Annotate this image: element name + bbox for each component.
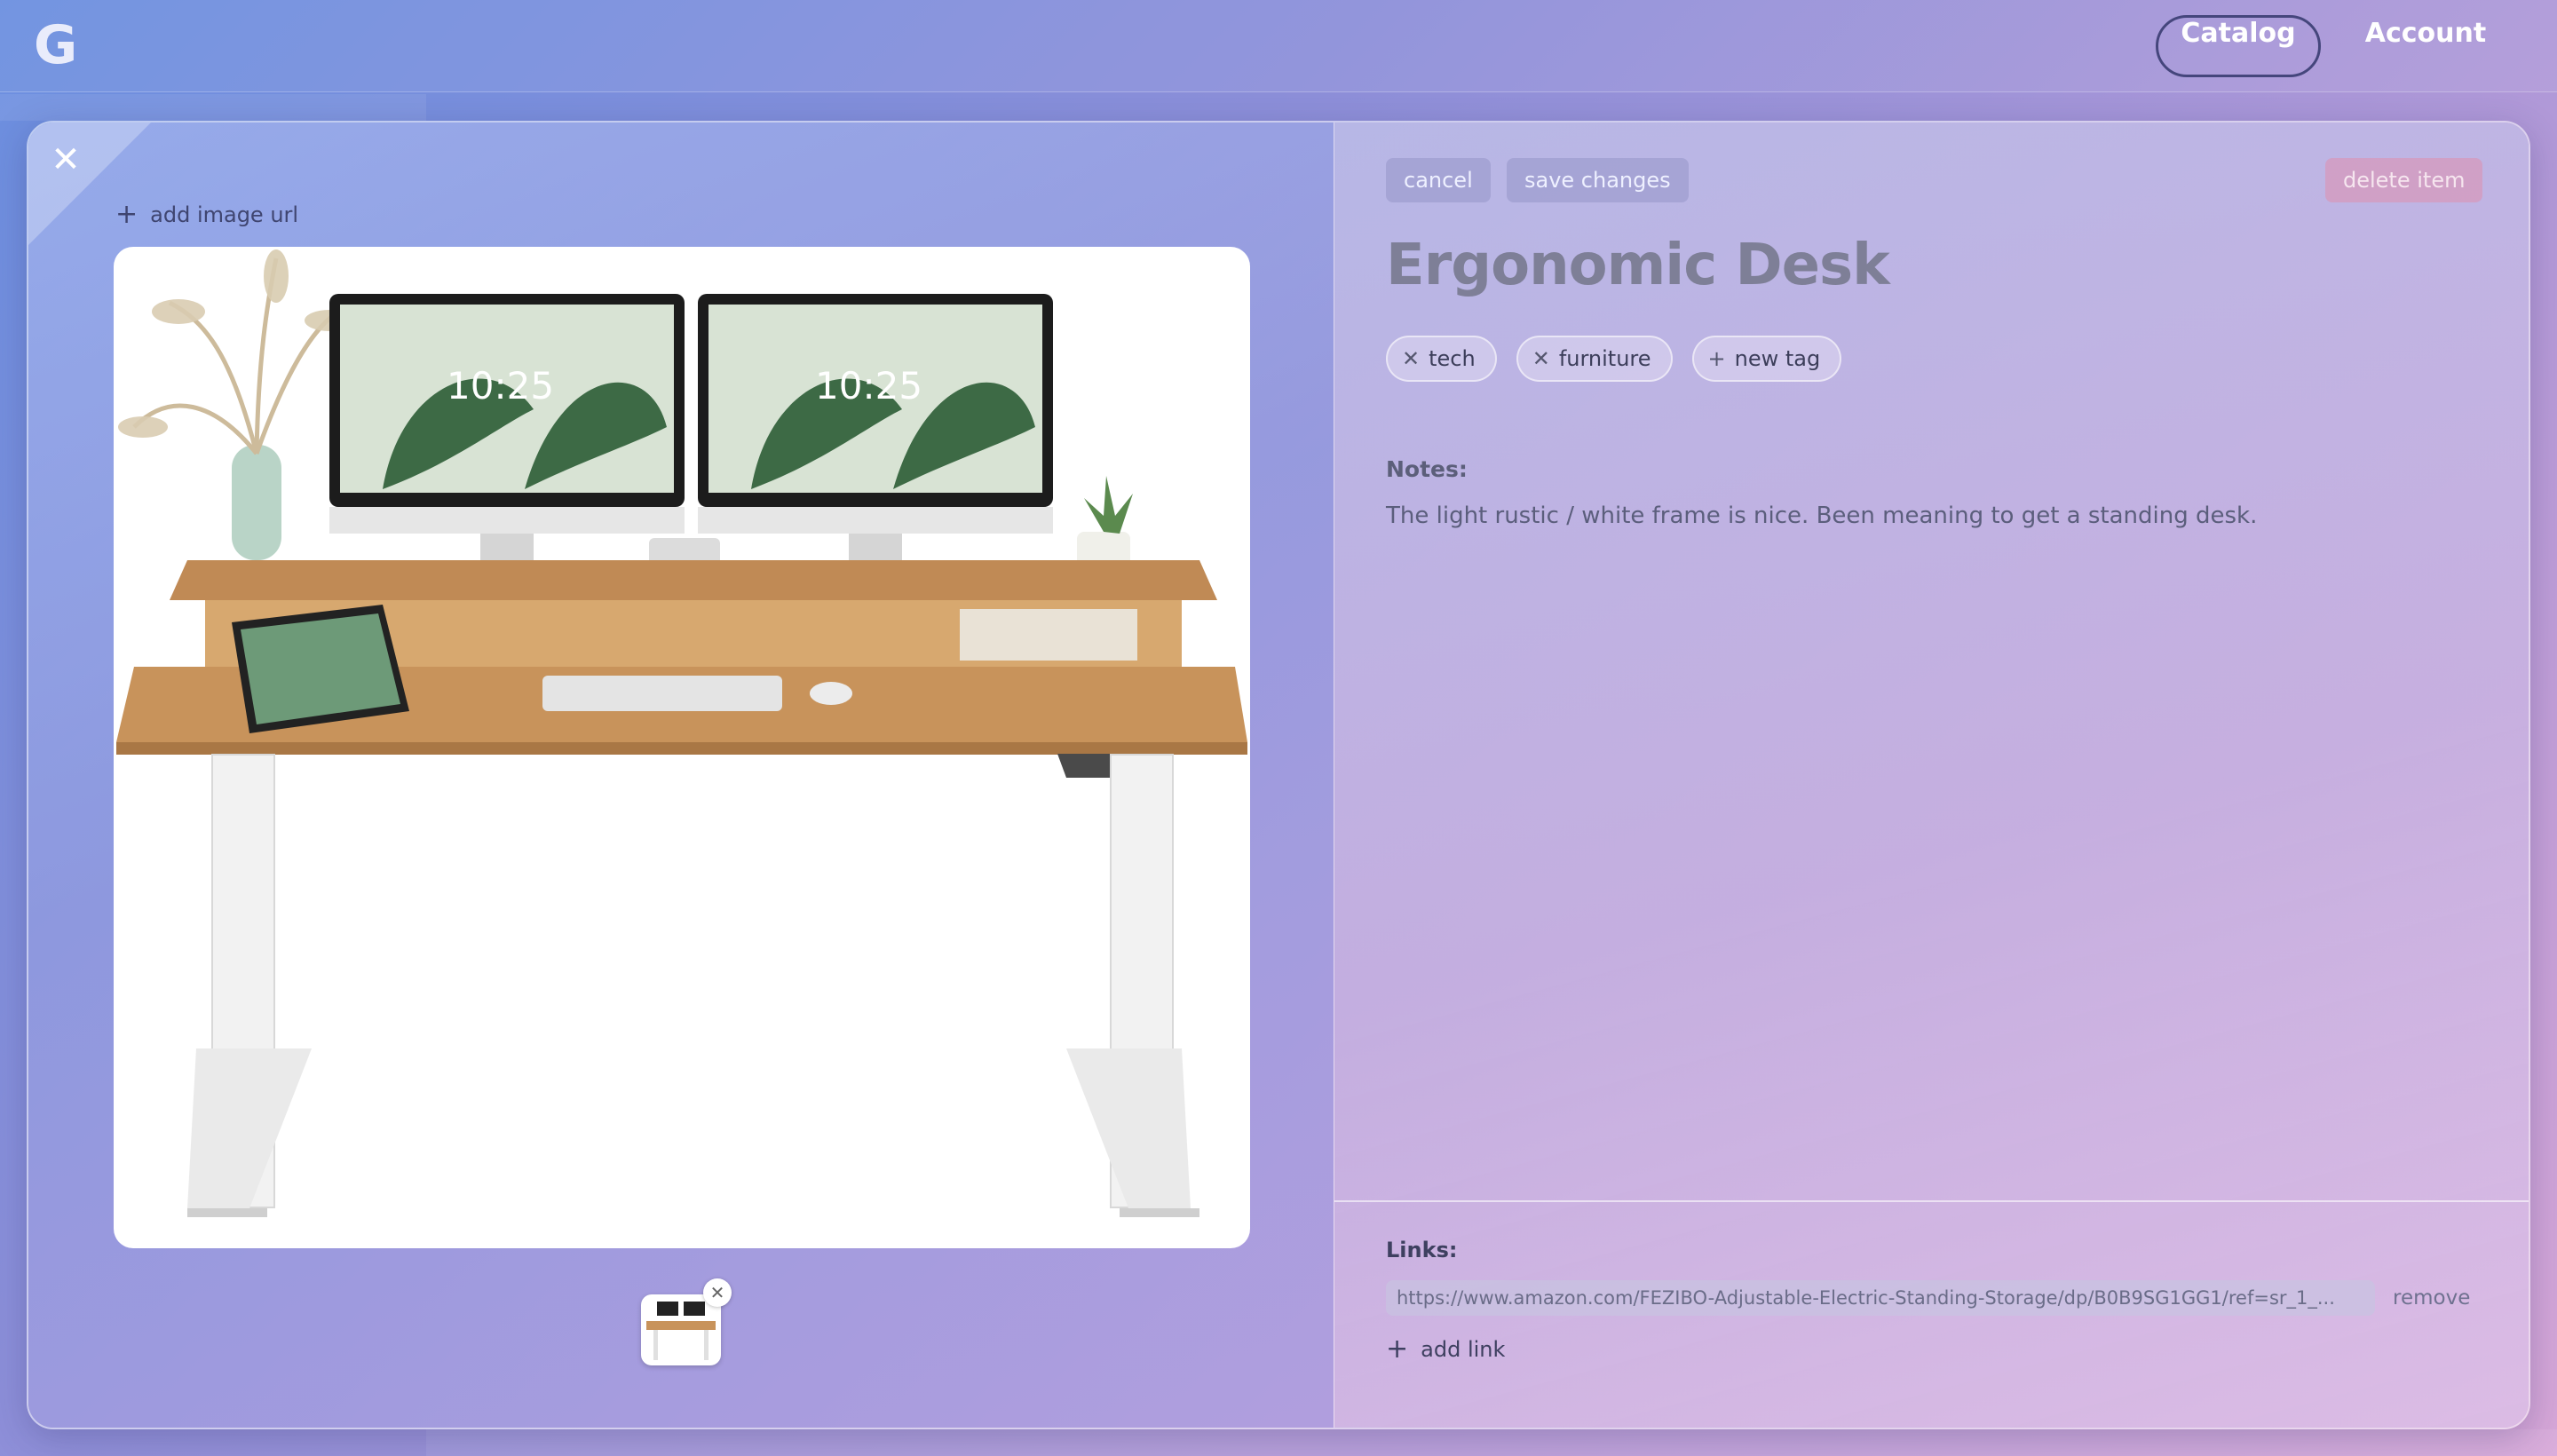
top-navigation-bar: G Catalog Account [0, 0, 2557, 92]
monitor-clock-left: 10:25 [447, 364, 554, 408]
remove-link-button[interactable]: remove [2393, 1280, 2470, 1316]
remove-tag-icon[interactable]: ✕ [1532, 337, 1550, 380]
app-logo[interactable]: G [34, 19, 85, 72]
tag-list: ✕ tech ✕ furniture + new tag [1386, 336, 1842, 382]
add-image-url-button[interactable]: + add image url [115, 197, 298, 233]
close-icon[interactable]: ✕ [48, 142, 83, 178]
new-tag-button[interactable]: + new tag [1691, 336, 1842, 382]
delete-item-button[interactable]: delete item [2325, 158, 2483, 202]
image-pane: ✕ + add image url 10:25 10:25 ✕ [28, 123, 1334, 1428]
monitor-clock-right: 10:25 [815, 364, 922, 408]
edit-item-modal: ✕ + add image url 10:25 10:25 ✕ cancel s… [27, 121, 2530, 1429]
link-url-field[interactable]: https://www.amazon.com/FEZIBO-Adjustable… [1386, 1280, 2375, 1316]
save-changes-button[interactable]: save changes [1507, 158, 1689, 202]
add-image-url-label: add image url [150, 202, 299, 227]
tag-tech[interactable]: ✕ tech [1386, 336, 1497, 382]
nav-catalog-button[interactable]: Catalog [2156, 15, 2321, 77]
standing-desk-illustration: 10:25 10:25 [116, 249, 1247, 1217]
image-thumbnail[interactable] [641, 1294, 721, 1365]
background-panel-bottom [426, 1429, 2557, 1456]
item-title[interactable]: Ergonomic Desk [1386, 233, 1890, 298]
nav-account-button[interactable]: Account [2355, 15, 2497, 77]
background-panel-left [0, 94, 426, 121]
links-label: Links: [1386, 1238, 1458, 1262]
new-tag-label: new tag [1734, 346, 1821, 371]
notes-field[interactable]: The light rustic / white frame is nice. … [1386, 502, 2257, 529]
product-image: 10:25 10:25 [114, 247, 1250, 1248]
remove-thumbnail-icon[interactable]: ✕ [703, 1278, 732, 1307]
links-divider [1334, 1200, 2529, 1202]
details-pane: cancel save changes delete item Ergonomi… [1334, 123, 2529, 1428]
cancel-button[interactable]: cancel [1386, 158, 1491, 202]
tag-label: tech [1429, 346, 1476, 371]
notes-label: Notes: [1386, 456, 1468, 482]
plus-icon: + [115, 199, 139, 230]
add-link-label: add link [1421, 1337, 1506, 1362]
remove-tag-icon[interactable]: ✕ [1402, 337, 1420, 380]
tag-label: furniture [1558, 346, 1651, 371]
plus-icon: + [1707, 346, 1726, 371]
tag-furniture[interactable]: ✕ furniture [1516, 336, 1673, 382]
thumbnail-desk-illustration [646, 1302, 716, 1360]
add-link-button[interactable]: + add link [1386, 1332, 1505, 1367]
plus-icon: + [1386, 1333, 1409, 1365]
